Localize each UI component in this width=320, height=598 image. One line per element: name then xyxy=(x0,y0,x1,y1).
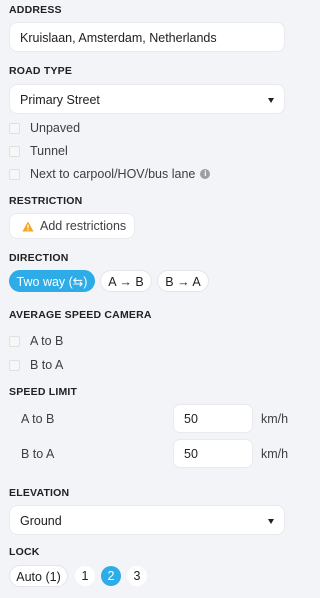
address-title: ADDRESS xyxy=(9,4,62,16)
speed-limit-b-to-a-label: B to A xyxy=(21,447,55,461)
direction-a-to-b-button[interactable]: A → B xyxy=(100,270,152,292)
direction-two-way-button[interactable]: Two way (⇆) xyxy=(9,270,95,292)
warning-icon xyxy=(22,221,34,231)
lock-level-3-button[interactable]: 3 xyxy=(127,566,147,586)
speed-limit-a-to-b-label: A to B xyxy=(21,412,55,426)
add-restrictions-label: Add restrictions xyxy=(40,219,127,233)
speed-limit-title: SPEED LIMIT xyxy=(9,386,78,398)
road-type-select[interactable]: Primary Street xyxy=(9,84,285,114)
unpaved-checkbox-row[interactable]: Unpaved xyxy=(9,120,80,136)
speed-limit-b-to-a-input[interactable]: 50 xyxy=(173,439,253,468)
camera-b-to-a-checkbox[interactable] xyxy=(9,359,20,371)
lock-level-1-button[interactable]: 1 xyxy=(75,566,95,586)
speed-limit-a-to-b-input[interactable]: 50 xyxy=(173,404,253,433)
restriction-title: RESTRICTION xyxy=(9,195,83,207)
camera-b-to-a-row[interactable]: B to A xyxy=(9,357,63,373)
address-field[interactable]: Kruislaan, Amsterdam, Netherlands xyxy=(9,22,285,52)
add-restrictions-button[interactable]: Add restrictions xyxy=(9,213,135,239)
hov-lane-label: Next to carpool/HOV/bus lane xyxy=(30,167,196,181)
hov-lane-checkbox-row[interactable]: Next to carpool/HOV/bus lane i xyxy=(9,166,211,182)
info-icon[interactable]: i xyxy=(200,169,211,179)
elevation-select[interactable]: Ground xyxy=(9,505,285,535)
lock-title: LOCK xyxy=(9,546,40,558)
lock-auto-button[interactable]: Auto (1) xyxy=(9,565,68,587)
tunnel-checkbox[interactable] xyxy=(9,145,20,157)
speed-camera-title: AVERAGE SPEED CAMERA xyxy=(9,309,152,321)
unpaved-checkbox[interactable] xyxy=(9,122,20,134)
camera-a-to-b-row[interactable]: A to B xyxy=(9,333,63,349)
direction-b-to-a-button[interactable]: B → A xyxy=(157,270,209,292)
lock-level-2-button[interactable]: 2 xyxy=(101,566,121,586)
camera-b-to-a-label: B to A xyxy=(30,358,64,372)
speed-limit-a-to-b-unit: km/h xyxy=(261,412,289,426)
speed-limit-b-to-a-unit: km/h xyxy=(261,447,289,461)
camera-a-to-b-checkbox[interactable] xyxy=(9,335,20,347)
hov-lane-checkbox[interactable] xyxy=(9,168,20,180)
road-type-title: ROAD TYPE xyxy=(9,65,73,77)
direction-title: DIRECTION xyxy=(9,252,69,264)
elevation-title: ELEVATION xyxy=(9,487,70,499)
tunnel-checkbox-row[interactable]: Tunnel xyxy=(9,143,68,159)
tunnel-label: Tunnel xyxy=(30,144,68,158)
camera-a-to-b-label: A to B xyxy=(30,334,64,348)
unpaved-label: Unpaved xyxy=(30,121,81,135)
